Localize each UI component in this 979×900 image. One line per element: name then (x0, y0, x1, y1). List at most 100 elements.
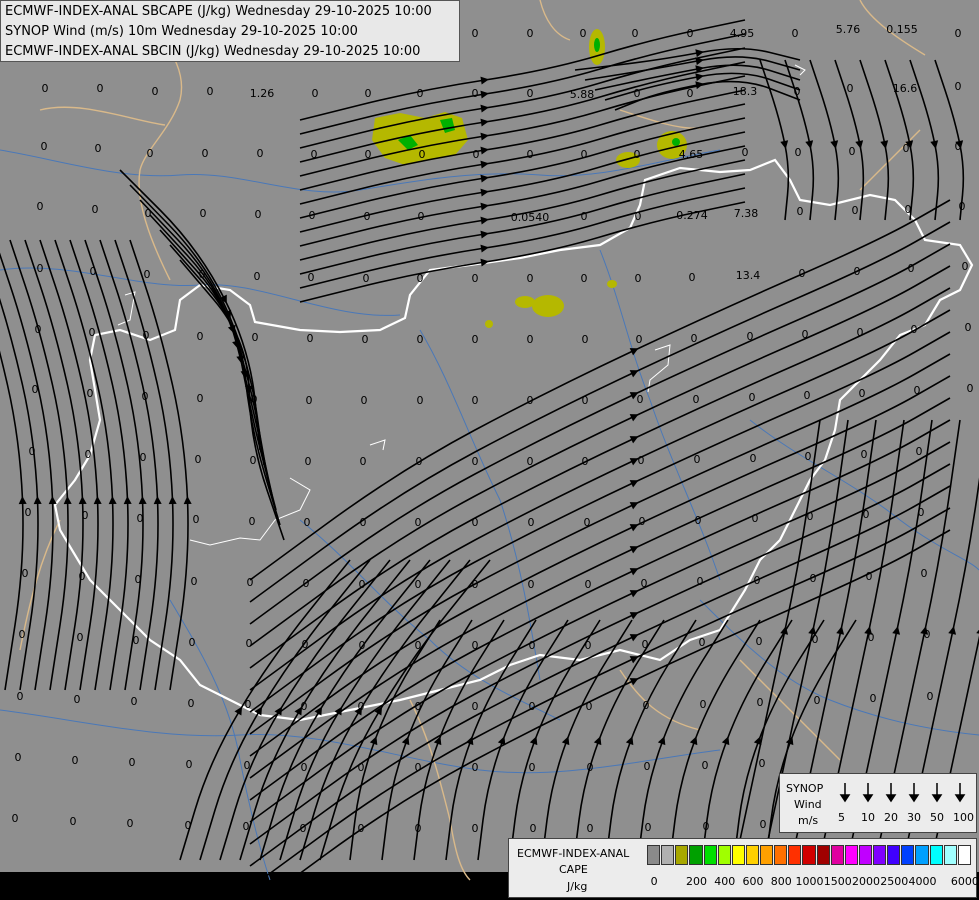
cin-value-label: 0 (527, 455, 534, 468)
cin-value-label: 0 (186, 758, 193, 771)
cape-color-swatch (647, 845, 661, 865)
cin-value-label: 0 (415, 639, 422, 652)
synop-speed-label: 50 (930, 811, 944, 824)
cin-value-label: 0 (252, 331, 259, 344)
cin-value-label: 0 (250, 454, 257, 467)
cape-color-swatch (802, 845, 816, 865)
cape-color-legend: ECMWF-INDEX-ANAL CAPE J/kg 0 200 400 600 800… (508, 838, 979, 898)
cape-legend-title: ECMWF-INDEX-ANAL (517, 847, 630, 860)
cin-value-label: 0 (415, 761, 422, 774)
wind-barb-icon (862, 783, 874, 803)
cin-value-label: 0 (144, 268, 151, 281)
cin-value-label: 0 (580, 27, 587, 40)
cin-value-label: 0 (527, 27, 534, 40)
synop-speed-label: 20 (884, 811, 898, 824)
cin-value-label: 0 (703, 820, 710, 833)
cin-value-label: 0 (97, 82, 104, 95)
cin-value-label: 0 (193, 513, 200, 526)
cin-value-label: 0 (305, 455, 312, 468)
cin-value-label: 0 (804, 389, 811, 402)
cin-value-label: 0 (792, 27, 799, 40)
cin-value-label: 0 (195, 453, 202, 466)
cin-value-label: 0 (581, 272, 588, 285)
cin-value-label: 0 (870, 692, 877, 705)
cin-value-label: 0 (908, 262, 915, 275)
cin-value-label: 0 (637, 393, 644, 406)
cin-value-label: 0 (362, 333, 369, 346)
cin-value-label: 0 (304, 516, 311, 529)
cin-value-label: 0 (358, 822, 365, 835)
cin-value-label: 0 (911, 323, 918, 336)
cape-color-swatch (915, 845, 929, 865)
cape-tick-label: 400 (714, 875, 736, 888)
cin-value-label: 0 (641, 577, 648, 590)
cape-region (594, 38, 600, 52)
cin-value-label: 0 (854, 265, 861, 278)
cin-value-label: 0 (22, 567, 29, 580)
cin-value-label: 0 (756, 635, 763, 648)
cin-value-label: 0 (245, 698, 252, 711)
cin-value-label: 0 (529, 761, 536, 774)
wind-barb-icon (954, 783, 966, 803)
cin-value-label: 0 (247, 576, 254, 589)
cape-color-swatch (689, 845, 703, 865)
cin-value-label: 0 (417, 87, 424, 100)
cin-value-label: 0 (582, 394, 589, 407)
cape-color-swatch (760, 845, 774, 865)
cin-value-label: 0 (529, 700, 536, 713)
cin-value-label: 0 (472, 761, 479, 774)
cin-value-label: 0 (643, 699, 650, 712)
cin-value-label: 0 (528, 516, 535, 529)
cin-value-label: 0 (691, 332, 698, 345)
cin-value-label: 0 (200, 207, 207, 220)
cin-value-label: 0 (959, 200, 966, 213)
cin-value-label: 0 (300, 822, 307, 835)
cin-value-label: 0.274 (676, 209, 708, 222)
cape-color-swatch (816, 845, 830, 865)
title-line-synop: SYNOP Wind (m/s) 10m Wednesday 29-10-202… (5, 24, 358, 39)
cin-value-label: 0 (795, 146, 802, 159)
cape-color-swatch (873, 845, 887, 865)
cin-value-label: 0 (472, 87, 479, 100)
cape-color-swatch (887, 845, 901, 865)
cape-color-swatch (661, 845, 675, 865)
cin-value-label: 0 (639, 515, 646, 528)
cape-region (532, 295, 564, 317)
cin-value-label: 0 (794, 85, 801, 98)
cin-value-label: 0 (255, 208, 262, 221)
cin-value-label: 0 (37, 262, 44, 275)
cin-value-label: 0 (360, 455, 367, 468)
cin-value-label: 0 (131, 695, 138, 708)
cin-value-label: 0 (582, 333, 589, 346)
cin-value-label: 0 (89, 326, 96, 339)
cin-value-label: 0 (301, 761, 308, 774)
cin-value-label: 0 (472, 700, 479, 713)
cin-value-label: 0 (244, 759, 251, 772)
cin-value-label: 0 (852, 204, 859, 217)
cin-value-label: 0 (527, 148, 534, 161)
cape-color-swatch (844, 845, 858, 865)
cin-value-label: 0 (863, 508, 870, 521)
cin-value-label: 0 (129, 756, 136, 769)
cin-value-label: 0 (527, 394, 534, 407)
cin-value-label: 0 (849, 145, 856, 158)
cin-value-label: 0.0540 (511, 211, 550, 224)
cin-value-label: 0 (866, 570, 873, 583)
cin-value-label: 0 (582, 455, 589, 468)
cin-value-label: 0 (472, 639, 479, 652)
cin-value-label: 0 (41, 140, 48, 153)
cin-value-label: 0 (472, 333, 479, 346)
cin-value-label: 0 (143, 329, 150, 342)
cin-value-label: 0 (72, 754, 79, 767)
cape-color-swatch (774, 845, 788, 865)
cin-value-label: 0 (135, 573, 142, 586)
cin-value-label: 0 (25, 506, 32, 519)
cin-value-label: 0 (311, 148, 318, 161)
cin-value-label: 0 (967, 382, 974, 395)
cin-value-label: 0 (358, 700, 365, 713)
cin-value-label: 0 (92, 203, 99, 216)
cape-color-swatch (745, 845, 760, 865)
cape-tick-label: 6000 (950, 875, 979, 888)
cin-value-label: 0 (363, 272, 370, 285)
cin-value-label: 0 (632, 27, 639, 40)
